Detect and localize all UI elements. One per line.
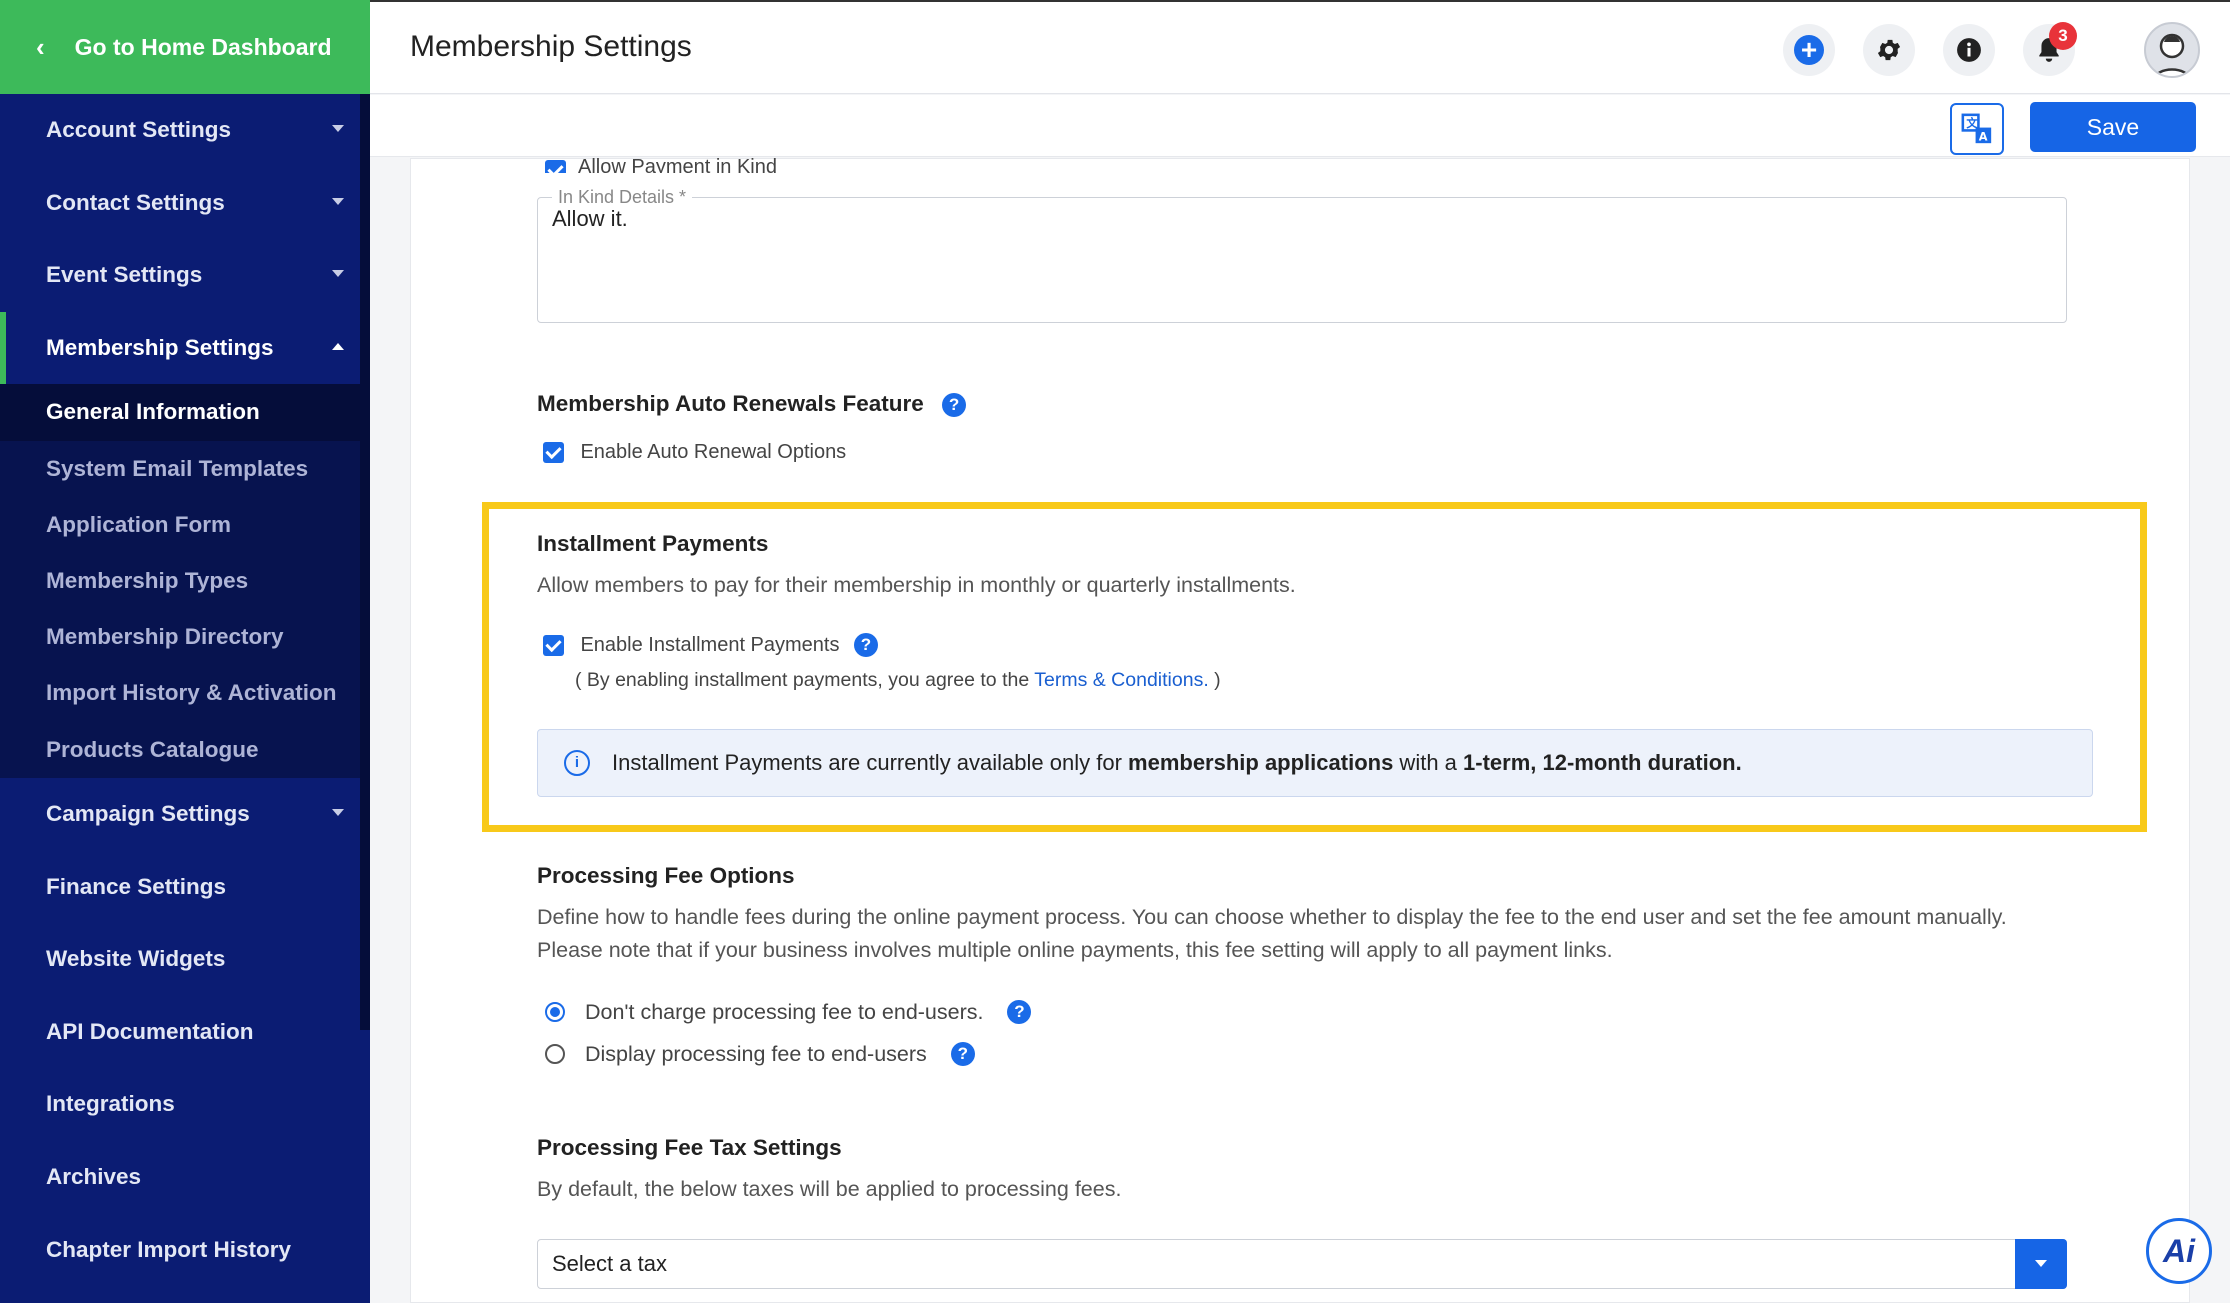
sidebar-subitem-import-history[interactable]: Import History & Activation <box>0 665 370 721</box>
caret-down-icon <box>332 270 344 278</box>
sidebar-item-finance-settings[interactable]: Finance Settings <box>0 850 370 923</box>
sidebar-subitem-general-information[interactable]: General Information <box>0 384 370 441</box>
sidebar-item-contact-settings[interactable]: Contact Settings <box>0 167 370 240</box>
gear-icon <box>1877 39 1901 61</box>
payment-in-kind-checkbox[interactable] <box>545 160 566 173</box>
membership-subnav: General Information System Email Templat… <box>0 384 370 778</box>
top-header: Membership Settings + 3 <box>370 0 2230 94</box>
sidebar-item-label: Campaign Settings <box>46 800 250 826</box>
sidebar-item-api-documentation[interactable]: API Documentation <box>0 995 370 1068</box>
notification-badge: 3 <box>2049 22 2077 50</box>
avatar-icon <box>2154 33 2190 76</box>
radio-no-charge-label: Don't charge processing fee to end-users… <box>584 999 984 1024</box>
auto-renewal-checkbox[interactable] <box>543 442 564 463</box>
sidebar-item-membership-settings[interactable]: Membership Settings <box>0 311 370 385</box>
plus-icon: + <box>1794 35 1824 65</box>
tax-select[interactable]: Select a tax <box>537 1239 2067 1289</box>
translate-button[interactable]: 文A <box>1950 103 2004 155</box>
sidebar-item-account-settings[interactable]: Account Settings <box>0 94 370 167</box>
save-button[interactable]: Save <box>2030 102 2196 152</box>
sidebar-subitem-membership-types[interactable]: Membership Types <box>0 553 370 609</box>
help-icon[interactable]: ? <box>950 1042 975 1067</box>
installment-highlight-box <box>482 502 2147 832</box>
sidebar-item-campaign-settings[interactable]: Campaign Settings <box>0 778 370 851</box>
auto-renewal-row[interactable]: Enable Auto Renewal Options <box>543 441 846 464</box>
sidebar-item-archives[interactable]: Archives <box>0 1141 370 1214</box>
radio-no-charge-row[interactable]: Don't charge processing fee to end-users… <box>545 999 1032 1025</box>
sidebar-item-label: Chapter Import History <box>46 1236 292 1262</box>
chevron-down-icon[interactable] <box>2015 1239 2067 1289</box>
svg-text:文: 文 <box>1966 116 1978 130</box>
help-icon[interactable]: ? <box>1007 1000 1032 1025</box>
info-button[interactable] <box>1943 24 1995 76</box>
caret-down-icon <box>332 125 344 133</box>
ai-assistant-button[interactable]: Ai <box>2146 1218 2212 1284</box>
in-kind-details-value: Allow it. <box>552 206 628 231</box>
svg-text:A: A <box>1979 129 1988 143</box>
page-title: Membership Settings <box>410 30 692 63</box>
add-button[interactable]: + <box>1783 24 1835 76</box>
tax-settings-description: By default, the below taxes will be appl… <box>537 1177 1122 1201</box>
in-kind-details-legend: In Kind Details * <box>552 187 693 208</box>
auto-renewal-heading: Membership Auto Renewals Feature ? <box>537 391 967 418</box>
sidebar-item-label: Event Settings <box>46 262 203 288</box>
caret-down-icon <box>332 808 344 816</box>
sidebar-item-label: Archives <box>46 1163 142 1189</box>
sidebar-item-chapter-import-history[interactable]: Chapter Import History <box>0 1213 370 1286</box>
radio-no-charge[interactable] <box>545 1002 565 1023</box>
go-home-button[interactable]: ‹ Go to Home Dashboard <box>0 0 370 94</box>
sidebar-scrollbar[interactable] <box>360 94 370 1030</box>
sidebar-subitem-application-form[interactable]: Application Form <box>0 497 370 553</box>
radio-display-fee-label: Display processing fee to end-users <box>584 1041 927 1066</box>
payment-in-kind-label: Allow Payment in Kind <box>578 156 777 173</box>
settings-button[interactable] <box>1863 24 1915 76</box>
sidebar: ‹ Go to Home Dashboard Account Settings … <box>0 0 370 1303</box>
user-avatar[interactable] <box>2144 22 2200 78</box>
sidebar-item-label: Integrations <box>46 1091 175 1117</box>
sidebar-item-label: Contact Settings <box>46 189 225 215</box>
sidebar-item-integrations[interactable]: Integrations <box>0 1068 370 1141</box>
tax-settings-heading: Processing Fee Tax Settings <box>537 1135 842 1160</box>
sidebar-subitem-system-email-templates[interactable]: System Email Templates <box>0 441 370 497</box>
action-toolbar: 文A Save <box>370 95 2230 157</box>
sidebar-item-label: Finance Settings <box>46 873 227 899</box>
payment-in-kind-row[interactable]: Allow Payment in Kind <box>545 149 777 173</box>
sidebar-item-label: API Documentation <box>46 1018 254 1044</box>
translate-icon: 文A <box>1961 113 1992 143</box>
radio-display-fee[interactable] <box>545 1044 565 1065</box>
help-icon[interactable]: ? <box>942 393 967 418</box>
sidebar-subitem-membership-directory[interactable]: Membership Directory <box>0 609 370 665</box>
tax-select-value: Select a tax <box>552 1251 667 1276</box>
auto-renewal-label: Enable Auto Renewal Options <box>580 441 847 463</box>
go-home-label: Go to Home Dashboard <box>74 33 332 60</box>
sidebar-subitem-products-catalogue[interactable]: Products Catalogue <box>0 722 370 778</box>
radio-display-fee-row[interactable]: Display processing fee to end-users ? <box>545 1041 975 1067</box>
sidebar-item-label: Website Widgets <box>46 946 226 972</box>
processing-fee-heading: Processing Fee Options <box>537 863 795 888</box>
chevron-left-icon: ‹ <box>36 31 45 62</box>
info-icon <box>1957 38 1981 62</box>
caret-down-icon <box>332 197 344 205</box>
caret-up-icon <box>332 343 344 351</box>
auto-renewal-heading-text: Membership Auto Renewals Feature <box>537 391 924 416</box>
sidebar-item-website-widgets[interactable]: Website Widgets <box>0 923 370 996</box>
sidebar-item-event-settings[interactable]: Event Settings <box>0 239 370 312</box>
sidebar-item-label: Account Settings <box>46 117 232 143</box>
sidebar-item-label: Membership Settings <box>46 335 274 361</box>
notifications-button[interactable]: 3 <box>2023 22 2077 76</box>
processing-fee-description: Define how to handle fees during the onl… <box>537 905 2007 962</box>
in-kind-details-textarea[interactable]: In Kind Details * Allow it. <box>537 187 2067 323</box>
ai-icon: Ai <box>2163 1232 2195 1269</box>
